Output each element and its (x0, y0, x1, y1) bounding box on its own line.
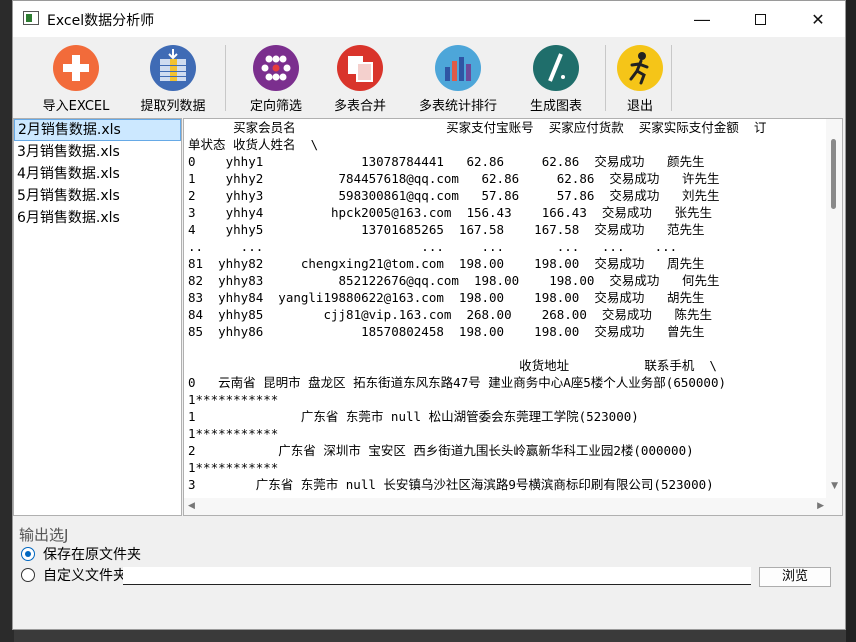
merge-sheets-button[interactable]: 多表合并 (325, 45, 395, 117)
window-title: Excel数据分析师 (47, 13, 155, 29)
exit-label: 退出 (626, 99, 653, 114)
browse-button[interactable]: 浏览 (759, 567, 831, 587)
file-list-item[interactable]: 5月销售数据.xls (14, 185, 181, 207)
extract-column-button[interactable]: 提取列数据 (133, 45, 213, 117)
multi-sheet-ranking-label: 多表统计排行 (418, 99, 497, 114)
vertical-scroll-thumb[interactable] (831, 139, 836, 209)
file-list-item[interactable]: 4月销售数据.xls (14, 163, 181, 185)
output-text-content: 买家会员名 买家支付宝账号 买家应付货款 买家实际支付金额 订 单状态 收货人姓… (188, 119, 828, 495)
horizontal-scrollbar[interactable]: ◀ ▶ (184, 498, 842, 515)
close-button[interactable]: ✕ (789, 1, 847, 37)
generate-chart-button[interactable]: 生成图表 (521, 45, 591, 117)
save-original-option[interactable]: 保存在原文件夹 (21, 543, 141, 565)
output-options-title: 输出选J (19, 526, 69, 544)
output-line: 2 广东省 深圳市 宝安区 西乡街道九围长头岭赢新华科工业园2楼(000000) (188, 443, 694, 458)
chart-pen-icon (533, 45, 579, 91)
output-line: 1 广东省 东莞市 null 松山湖管委会东莞理工学院(523000) (188, 409, 639, 424)
title-bar: Excel数据分析师 ― ✕ (13, 1, 845, 37)
custom-folder-option[interactable]: 自定义文件夹 (21, 564, 127, 586)
output-options-panel: 输出选J 保存在原文件夹 自定义文件夹 浏览 (13, 518, 845, 628)
bar-chart-icon (435, 45, 481, 91)
output-line: 1*********** (188, 426, 279, 441)
desktop-background-right (846, 0, 856, 642)
import-excel-button[interactable]: 导入EXCEL (39, 45, 113, 117)
maximize-button[interactable] (731, 1, 789, 37)
toolbar: 导入EXCEL 提取列数据 定向筛选 多表合并 多表统计排行 生成图表 退出 (13, 41, 845, 117)
filter-button[interactable]: 定向筛选 (241, 45, 311, 117)
output-text-area[interactable]: 买家会员名 买家支付宝账号 买家应付货款 买家实际支付金额 订 单状态 收货人姓… (183, 118, 843, 516)
output-line: 买家会员名 买家支付宝账号 买家应付货款 买家实际支付金额 订 (188, 120, 767, 135)
file-list[interactable]: 2月销售数据.xls 3月销售数据.xls 4月销售数据.xls 5月销售数据.… (13, 118, 182, 516)
output-line: 4 yhhy5 13701685265 167.58 167.58 交易成功 范… (188, 222, 705, 237)
filter-label: 定向筛选 (249, 99, 302, 114)
output-line: 1*********** (188, 392, 279, 407)
toolbar-separator (605, 45, 606, 111)
output-line: 3 广东省 东莞市 null 长安镇乌沙社区海滨路9号横滨商标印刷有限公司(52… (188, 477, 714, 492)
import-plus-icon (53, 45, 99, 91)
minimize-icon: ― (694, 9, 710, 29)
output-line: 81 yhhy82 chengxing21@tom.com 198.00 198… (188, 256, 705, 271)
scroll-left-icon[interactable]: ◀ (188, 501, 195, 511)
merge-sheets-label: 多表合并 (333, 99, 386, 114)
output-line: 0 云南省 昆明市 盘龙区 拓东街道东风东路47号 建业商务中心A座5楼个人业务… (188, 375, 727, 390)
app-icon (23, 11, 39, 25)
output-line: 单状态 收货人姓名 \ (188, 137, 319, 152)
import-excel-label: 导入EXCEL (42, 99, 110, 114)
custom-folder-radio[interactable] (21, 568, 35, 582)
custom-folder-label: 自定义文件夹 (43, 568, 127, 584)
output-line: 1*********** (188, 460, 279, 475)
file-list-item[interactable]: 3月销售数据.xls (14, 141, 181, 163)
toolbar-separator (225, 45, 226, 111)
output-line: 82 yhhy83 852122676@qq.com 198.00 198.00… (188, 273, 720, 288)
exit-runner-icon (617, 45, 663, 91)
output-line: 收货地址 联系手机 \ (188, 358, 717, 373)
folder-path-input[interactable] (123, 567, 751, 585)
save-original-label: 保存在原文件夹 (43, 547, 141, 563)
merge-sheets-icon (337, 45, 383, 91)
app-window: Excel数据分析师 ― ✕ 导入EXCEL 提取列数据 定向筛选 多表合并 多… (12, 0, 846, 630)
scroll-down-icon[interactable]: ▼ (831, 481, 838, 491)
output-line: 2 yhhy3 598300861@qq.com 57.86 57.86 交易成… (188, 188, 720, 203)
toolbar-separator (671, 45, 672, 111)
output-line: .. ... ... ... ... ... ... (188, 239, 678, 254)
multi-sheet-ranking-button[interactable]: 多表统计排行 (409, 45, 507, 117)
generate-chart-label: 生成图表 (529, 99, 582, 114)
extract-column-label: 提取列数据 (140, 99, 206, 114)
minimize-button[interactable]: ― (673, 1, 731, 37)
exit-button[interactable]: 退出 (615, 45, 665, 117)
output-line: 0 yhhy1 13078784441 62.86 62.86 交易成功 颜先生 (188, 154, 705, 169)
filter-dots-icon (253, 45, 299, 91)
file-list-item[interactable]: 6月销售数据.xls (14, 207, 181, 229)
file-list-item[interactable]: 2月销售数据.xls (14, 119, 181, 141)
output-line: 1 yhhy2 784457618@qq.com 62.86 62.86 交易成… (188, 171, 720, 186)
output-line: 83 yhhy84 yangli19880622@163.com 198.00 … (188, 290, 705, 305)
output-line: 85 yhhy86 18570802458 198.00 198.00 交易成功… (188, 324, 705, 339)
extract-column-icon (150, 45, 196, 91)
vertical-scrollbar[interactable]: ▼ (826, 119, 842, 499)
output-line: 3 yhhy4 hpck2005@163.com 156.43 166.43 交… (188, 205, 712, 220)
scroll-right-icon[interactable]: ▶ (817, 501, 824, 511)
save-original-radio[interactable] (21, 547, 35, 561)
close-icon: ✕ (811, 9, 825, 29)
output-line: 84 yhhy85 cjj81@vip.163.com 268.00 268.0… (188, 307, 712, 322)
maximize-icon (754, 13, 766, 25)
